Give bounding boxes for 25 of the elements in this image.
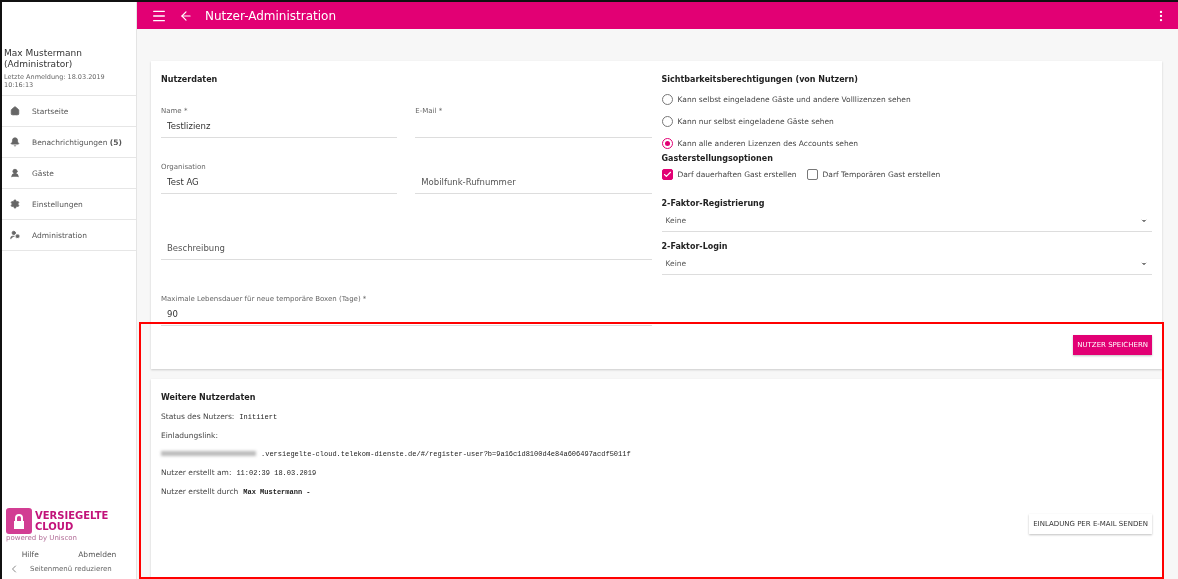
person-icon — [10, 168, 20, 178]
checkbox[interactable] — [806, 168, 818, 180]
section-title: Sichtbarkeitsberechtigungen (von Nutzern) — [661, 75, 859, 84]
section-title: Gasterstellungsoptionen — [661, 154, 774, 163]
input-field[interactable]: Testlizienz — [161, 115, 398, 138]
person-gear-icon — [10, 230, 20, 240]
section-title: 2-Faktor-Login — [661, 242, 729, 251]
bell-icon — [10, 137, 20, 147]
home-icon — [10, 106, 20, 116]
input-field[interactable]: Mobilfunk-Rufnummer — [415, 171, 652, 194]
input-field[interactable]: Beschreibung — [161, 237, 652, 260]
user-name: Max Mustermann — [4, 48, 83, 59]
brand-name: CLOUD — [35, 521, 75, 532]
section-title: Weitere Nutzerdaten — [161, 393, 257, 402]
input-field[interactable]: 90 — [161, 303, 652, 326]
checkbox[interactable] — [661, 168, 673, 180]
user-role: (Administrator) — [4, 59, 74, 70]
input-field[interactable]: Test AG — [161, 171, 398, 194]
section-title: 2-Faktor-Registrierung — [661, 199, 766, 208]
brand-name: VERSIEGELTE — [35, 510, 109, 521]
section-title: Nutzerdaten — [161, 75, 219, 84]
gear-icon — [10, 199, 20, 209]
cloud-lock-logo-icon — [6, 508, 32, 534]
page-title: Nutzer-Administration — [205, 8, 337, 23]
back-arrow-icon[interactable] — [179, 8, 193, 23]
